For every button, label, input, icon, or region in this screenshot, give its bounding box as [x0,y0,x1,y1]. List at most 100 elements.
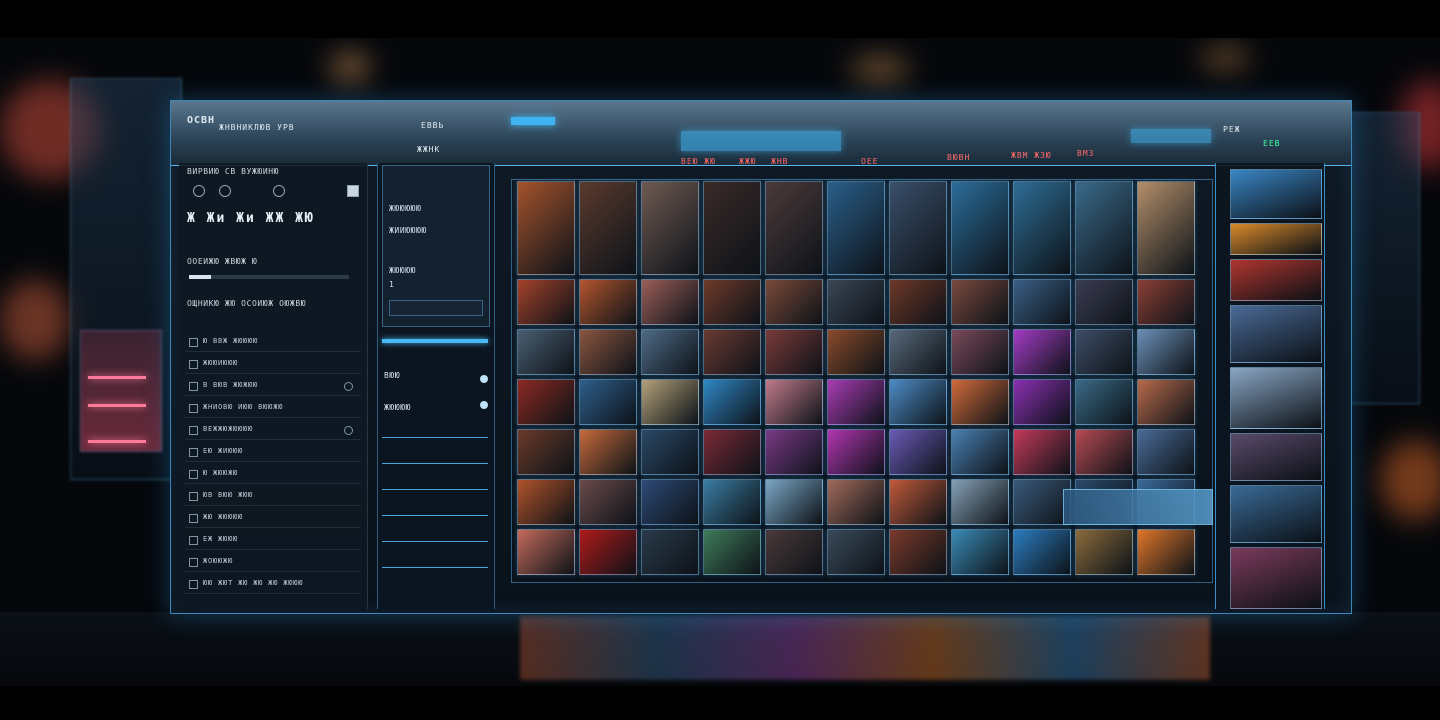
media-thumbnail[interactable] [951,479,1009,525]
media-thumbnail[interactable] [517,329,575,375]
media-thumbnail[interactable] [579,329,637,375]
menu-item[interactable]: ВЮВН [947,153,970,162]
media-thumbnail[interactable] [765,429,823,475]
media-thumbnail[interactable] [889,181,947,275]
media-thumbnail[interactable] [1075,329,1133,375]
panel-row[interactable] [382,541,488,562]
menu-item[interactable]: ЖВМ ЖЗЮ [1011,151,1052,160]
media-thumbnail[interactable] [517,279,575,325]
media-thumbnail[interactable] [951,529,1009,575]
sidebar-item[interactable]: Ю ЖЮЮЖЮ [185,465,361,484]
media-thumbnail[interactable] [703,379,761,425]
media-thumbnail[interactable] [765,181,823,275]
media-thumbnail[interactable] [951,379,1009,425]
level-slider[interactable] [189,275,349,279]
media-thumbnail[interactable] [641,529,699,575]
sidebar-item[interactable]: ЕЮ ЖИЮЮЮ [185,443,361,462]
media-thumbnail[interactable] [889,379,947,425]
media-thumbnail[interactable] [579,529,637,575]
media-thumbnail[interactable] [641,379,699,425]
media-thumbnail[interactable] [517,181,575,275]
media-thumbnail[interactable] [579,429,637,475]
media-thumbnail[interactable] [889,279,947,325]
media-thumbnail[interactable] [1137,379,1195,425]
media-thumbnail[interactable] [951,329,1009,375]
media-thumbnail[interactable] [641,479,699,525]
sidebar-item[interactable]: ЖНИОВЮ ИЮЮ ВЮЮЖЮ [185,399,361,418]
preview-thumbnail[interactable] [1230,223,1322,255]
media-thumbnail[interactable] [1013,181,1071,275]
media-thumbnail[interactable] [1013,279,1071,325]
media-thumbnail[interactable] [1013,429,1071,475]
panel-row[interactable] [382,489,488,510]
tab-primary[interactable]: ЖНВНИКЛЮВ УРВ [219,123,295,132]
media-thumbnail[interactable] [703,329,761,375]
media-thumbnail[interactable] [579,181,637,275]
media-thumbnail[interactable] [703,479,761,525]
media-thumbnail[interactable] [827,279,885,325]
record-icon[interactable] [193,185,205,197]
media-thumbnail[interactable] [889,479,947,525]
panel-row[interactable] [382,567,488,588]
panel-row[interactable] [382,515,488,536]
media-thumbnail[interactable] [827,479,885,525]
properties-input[interactable] [389,300,483,316]
media-thumbnail[interactable] [827,429,885,475]
preview-thumbnail[interactable] [1230,433,1322,481]
media-thumbnail[interactable] [1075,379,1133,425]
media-thumbnail[interactable] [827,379,885,425]
media-thumbnail[interactable] [765,329,823,375]
preview-thumbnail[interactable] [1230,547,1322,609]
tab-secondary[interactable]: ЖЖНК [417,145,440,154]
preview-thumbnail[interactable] [1230,305,1322,363]
window-icon[interactable] [347,185,359,197]
media-thumbnail[interactable] [827,181,885,275]
media-thumbnail[interactable] [889,429,947,475]
settings-icon[interactable] [344,426,353,435]
menu-item[interactable]: ОЕЕ [861,157,878,166]
media-thumbnail[interactable] [579,379,637,425]
media-thumbnail[interactable] [1137,529,1195,575]
panel-row[interactable] [382,463,488,484]
panel-row[interactable] [382,437,488,458]
sidebar-item[interactable]: ЖОЮЮЖЮ [185,553,361,572]
media-thumbnail[interactable] [641,279,699,325]
sidebar-item[interactable]: ЮВ ВЮЮ ЖЮЮ [185,487,361,506]
sidebar-item[interactable]: ВЕЖЖЮЖЮЮЮЮ [185,421,361,440]
media-thumbnail[interactable] [579,479,637,525]
media-thumbnail[interactable] [1137,329,1195,375]
media-thumbnail[interactable] [1137,181,1195,275]
media-thumbnail[interactable] [579,279,637,325]
menu-item[interactable]: ВМЗ [1077,149,1094,158]
menu-item[interactable]: ЖЖЮ [739,157,756,166]
sidebar-item[interactable]: ЖЮ ЖЮЮЮЮ [185,509,361,528]
media-thumbnail[interactable] [1013,379,1071,425]
preview-thumbnail[interactable] [1230,169,1322,219]
menu-item[interactable]: ЖНВ [771,157,788,166]
preview-thumbnail[interactable] [1230,367,1322,429]
media-thumbnail[interactable] [1013,529,1071,575]
media-thumbnail[interactable] [641,429,699,475]
media-thumbnail[interactable] [827,329,885,375]
refresh-icon[interactable] [273,185,285,197]
app-logo[interactable]: ОСВН [187,115,215,126]
media-thumbnail[interactable] [703,279,761,325]
media-thumbnail[interactable] [1075,429,1133,475]
media-thumbnail[interactable] [1137,429,1195,475]
filter-toggle-icon[interactable] [480,375,488,383]
media-thumbnail[interactable] [517,479,575,525]
sidebar-item[interactable]: Ю ВВЖ ЖЮЮЮЮ [185,333,361,352]
media-thumbnail[interactable] [827,529,885,575]
media-thumbnail[interactable] [1075,279,1133,325]
filter-toggle-icon[interactable] [480,401,488,409]
media-thumbnail[interactable] [517,429,575,475]
preview-thumbnail[interactable] [1230,259,1322,301]
media-thumbnail[interactable] [889,529,947,575]
media-thumbnail[interactable] [1013,329,1071,375]
media-thumbnail[interactable] [889,329,947,375]
sidebar-item[interactable]: ЕЖ ЖЮЮЮ [185,531,361,550]
media-thumbnail[interactable] [765,279,823,325]
media-thumbnail[interactable] [703,181,761,275]
media-thumbnail[interactable] [1075,529,1133,575]
preview-thumbnail[interactable] [1230,485,1322,543]
